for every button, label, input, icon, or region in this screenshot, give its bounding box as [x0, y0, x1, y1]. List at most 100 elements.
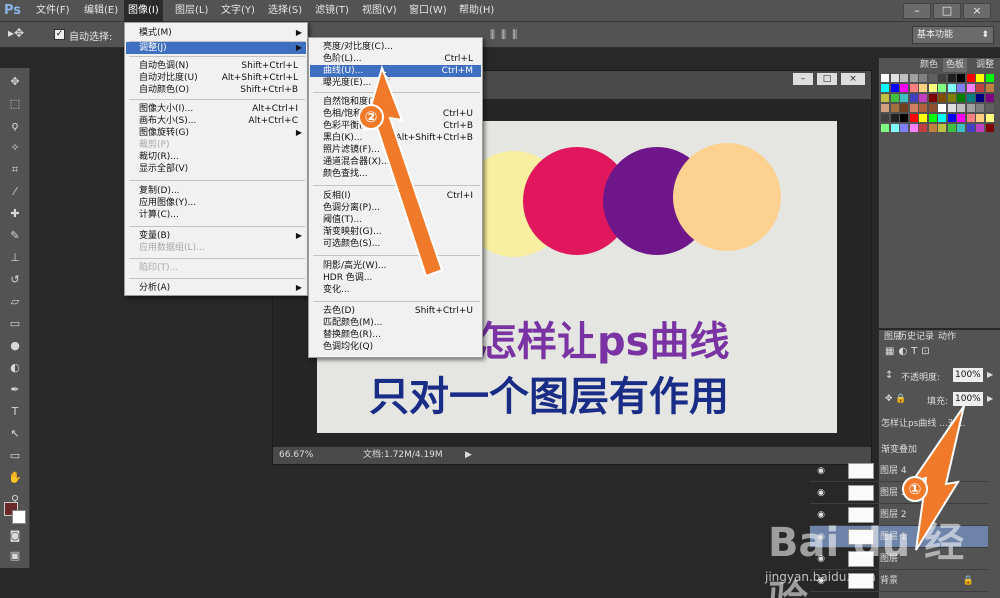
color-swatch[interactable] — [947, 104, 956, 112]
tab-swatches[interactable]: 色板 — [943, 58, 968, 72]
lasso-tool-icon[interactable]: ϙ — [6, 118, 24, 134]
swatch-grid[interactable] — [881, 74, 999, 154]
color-swatch[interactable] — [900, 74, 908, 82]
quick-mask-icon[interactable]: ◙ — [6, 528, 24, 544]
color-swatch[interactable] — [909, 84, 918, 92]
color-swatch[interactable] — [890, 124, 899, 132]
color-swatch[interactable] — [938, 74, 946, 82]
color-swatch[interactable] — [947, 114, 956, 122]
color-swatch[interactable] — [976, 84, 984, 92]
color-swatch[interactable] — [947, 124, 956, 132]
color-swatch[interactable] — [966, 114, 975, 122]
type-tool-icon[interactable]: T — [6, 404, 24, 420]
screen-mode-icon[interactable]: ▣ — [6, 548, 24, 564]
gradient-tool-icon[interactable]: ▭ — [6, 316, 24, 332]
color-swatch[interactable] — [890, 94, 899, 102]
doc-maximize-button[interactable]: □ — [817, 73, 837, 85]
color-swatch[interactable] — [919, 124, 927, 132]
opacity-input[interactable]: 100% — [953, 368, 983, 382]
menu-item-canvas-size[interactable]: 画布大小(S)... Alt+Ctrl+C — [126, 115, 306, 127]
eye-icon[interactable]: ◉ — [814, 482, 828, 504]
brush-tool-icon[interactable]: ✎ — [6, 228, 24, 244]
color-swatch[interactable] — [985, 74, 994, 82]
color-swatch[interactable] — [957, 104, 965, 112]
crop-tool-icon[interactable]: ⌗ — [6, 162, 24, 178]
menu-item-analysis[interactable]: 分析(A) ▶ — [126, 282, 306, 294]
color-swatch[interactable] — [909, 104, 918, 112]
menu-file[interactable]: 文件(F) — [36, 0, 70, 22]
color-swatch[interactable] — [881, 94, 889, 102]
color-swatch[interactable] — [900, 114, 908, 122]
menu-item-image-rotation[interactable]: 图像旋转(G) ▶ — [126, 127, 306, 139]
color-swatch[interactable] — [985, 84, 994, 92]
color-swatch[interactable] — [947, 84, 956, 92]
menu-item-desaturate[interactable]: 去色(D) Shift+Ctrl+U — [310, 305, 481, 317]
color-swatch[interactable] — [966, 94, 975, 102]
close-button[interactable]: × — [963, 3, 991, 19]
menu-item-replace-color[interactable]: 替换颜色(R)... — [310, 329, 481, 341]
color-swatch[interactable] — [909, 94, 918, 102]
eye-icon[interactable]: ◉ — [814, 460, 828, 482]
fill-dropdown-icon[interactable]: ▶ — [987, 394, 993, 403]
color-swatch[interactable] — [966, 74, 975, 82]
menu-item-image-size[interactable]: 图像大小(I)... Alt+Ctrl+I — [126, 103, 306, 115]
color-swatch[interactable] — [938, 114, 946, 122]
auto-select-checkbox[interactable]: ✓ — [54, 29, 65, 40]
menu-item-auto-color[interactable]: 自动颜色(O) Shift+Ctrl+B — [126, 84, 306, 96]
color-swatch[interactable] — [957, 124, 965, 132]
color-swatch[interactable] — [881, 104, 889, 112]
color-swatch[interactable] — [900, 94, 908, 102]
color-swatch[interactable] — [928, 74, 937, 82]
color-swatch[interactable] — [938, 104, 946, 112]
menu-item-mode[interactable]: 模式(M) ▶ — [126, 27, 306, 39]
eyedropper-icon[interactable]: ⁄ — [6, 184, 24, 200]
color-swatch[interactable] — [919, 104, 927, 112]
color-swatch[interactable] — [881, 114, 889, 122]
color-swatch[interactable] — [909, 74, 918, 82]
align-icons[interactable]: ⫼⫼⫼ — [490, 28, 523, 42]
menu-item-duplicate[interactable]: 复制(D)... — [126, 185, 306, 197]
color-swatch[interactable] — [966, 124, 975, 132]
hand-tool-icon[interactable]: ✋ — [6, 470, 24, 486]
menu-item-equalize[interactable]: 色调均化(Q) — [310, 341, 481, 353]
move-tool-icon[interactable]: ✥ — [6, 74, 24, 90]
color-swatch[interactable] — [881, 74, 889, 82]
workspace-select[interactable]: 基本功能 ⬍ — [912, 26, 994, 44]
doc-close-button[interactable]: × — [841, 73, 865, 85]
pen-tool-icon[interactable]: ✒ — [6, 382, 24, 398]
menu-select[interactable]: 选择(S) — [268, 0, 302, 22]
color-swatch[interactable] — [890, 74, 899, 82]
color-swatch[interactable] — [938, 94, 946, 102]
menu-item-variables[interactable]: 变量(B) ▶ — [126, 230, 306, 242]
color-swatch[interactable] — [919, 84, 927, 92]
tab-actions[interactable]: 动作 — [935, 330, 959, 344]
color-swatch[interactable] — [909, 124, 918, 132]
color-swatch[interactable] — [900, 124, 908, 132]
menu-layer[interactable]: 图层(L) — [175, 0, 208, 22]
tab-history[interactable]: 历史记录 — [895, 330, 937, 344]
color-swatch[interactable] — [938, 124, 946, 132]
marquee-tool-icon[interactable]: ⬚ — [6, 96, 24, 112]
menu-view[interactable]: 视图(V) — [362, 0, 397, 22]
layer-filter-icons[interactable]: ▦◐T⊡ — [885, 346, 934, 357]
color-swatch[interactable] — [947, 74, 956, 82]
color-swatch[interactable] — [928, 114, 937, 122]
move-tool-icon[interactable]: ▸✥ — [8, 26, 38, 44]
shape-tool-icon[interactable]: ▭ — [6, 448, 24, 464]
background-color-swatch[interactable] — [12, 510, 26, 524]
color-swatch[interactable] — [976, 94, 984, 102]
color-swatch[interactable] — [928, 104, 937, 112]
eraser-tool-icon[interactable]: ▱ — [6, 294, 24, 310]
magic-wand-icon[interactable]: ✧ — [6, 140, 24, 156]
menu-help[interactable]: 帮助(H) — [459, 0, 494, 22]
color-swatch[interactable] — [919, 114, 927, 122]
color-swatch[interactable] — [919, 74, 927, 82]
color-swatch[interactable] — [890, 84, 899, 92]
maximize-button[interactable]: □ — [933, 3, 961, 19]
color-swatch[interactable] — [976, 114, 984, 122]
menu-window[interactable]: 窗口(W) — [409, 0, 447, 22]
healing-brush-icon[interactable]: ✚ — [6, 206, 24, 222]
color-swatch[interactable] — [881, 124, 889, 132]
history-brush-icon[interactable]: ↺ — [6, 272, 24, 288]
color-swatch[interactable] — [966, 104, 975, 112]
